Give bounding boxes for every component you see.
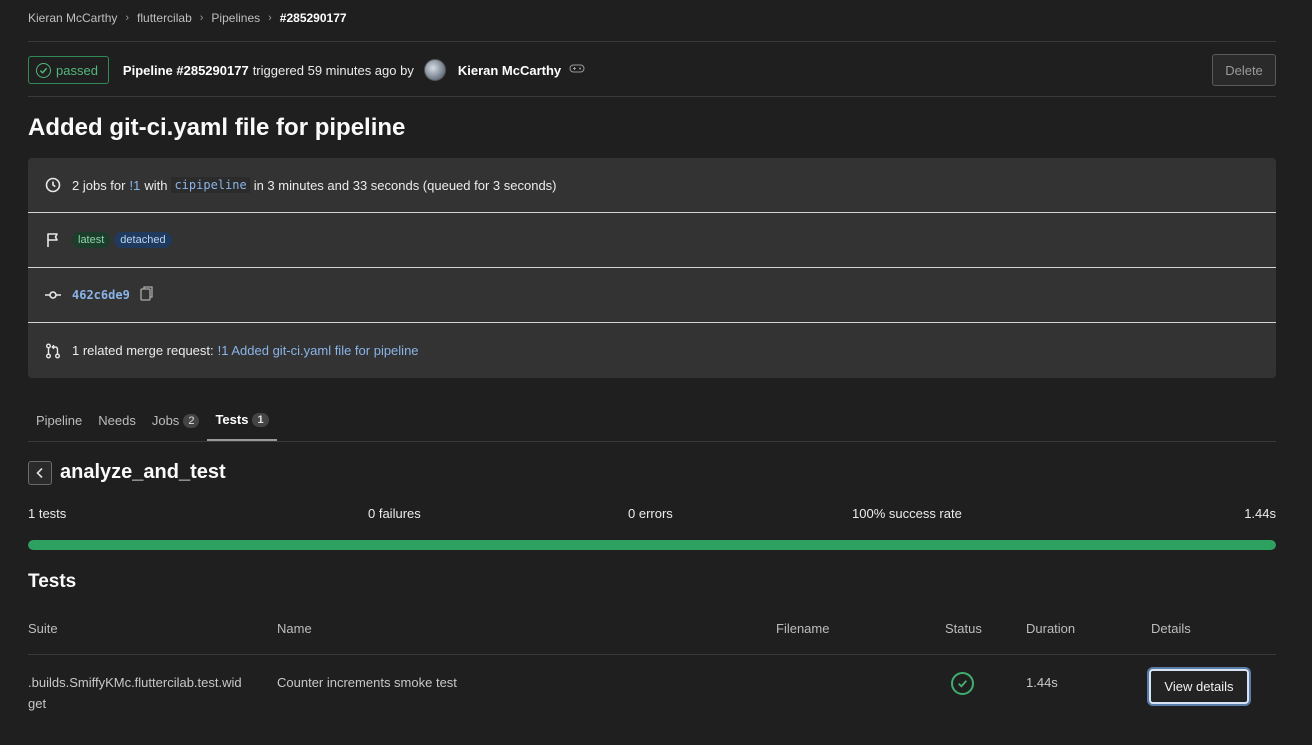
chevron-right-icon: ›: [125, 12, 130, 24]
progress-fill: [28, 540, 1276, 550]
tab-pipeline[interactable]: Pipeline: [28, 400, 90, 441]
delete-button[interactable]: Delete: [1212, 54, 1276, 86]
related-merge-request-link[interactable]: !1 Added git-ci.yaml file for pipeline: [218, 343, 419, 358]
config-file-link[interactable]: cipipeline: [171, 177, 250, 193]
commit-sha-link[interactable]: 462c6de9: [72, 288, 130, 302]
pipeline-tabs: Pipeline Needs Jobs 2 Tests 1: [28, 400, 1276, 442]
column-header-suite: Suite: [28, 621, 58, 636]
back-button[interactable]: [28, 461, 52, 485]
flag-icon: [45, 232, 61, 248]
chevron-right-icon: ›: [199, 12, 204, 24]
commit-row: 462c6de9: [28, 268, 1276, 323]
column-header-name: Name: [277, 621, 312, 636]
related-prefix: 1 related merge request:: [72, 343, 214, 358]
stat-errors: 0 errors: [628, 506, 673, 521]
breadcrumb-item-pipelines[interactable]: Pipelines: [211, 11, 260, 25]
suite-title: analyze_and_test: [60, 461, 226, 483]
check-circle-icon: [36, 62, 51, 78]
status-label: passed: [56, 62, 98, 78]
breadcrumb: Kieran McCarthy › fluttercilab › Pipelin…: [28, 11, 347, 25]
tab-count-badge: 2: [183, 413, 200, 428]
tab-label: Pipeline: [36, 413, 83, 428]
clock-icon: [45, 177, 61, 193]
tags-row: latest detached: [28, 213, 1276, 268]
chevron-left-icon: [36, 467, 43, 479]
gamepad-icon: [569, 63, 585, 77]
column-header-status: Status: [945, 621, 982, 636]
tab-needs[interactable]: Needs: [90, 400, 144, 441]
column-header-details: Details: [1151, 621, 1191, 636]
with-text: with: [144, 177, 168, 193]
avatar[interactable]: [423, 59, 446, 81]
tab-label: Jobs: [151, 413, 180, 428]
cell-duration: 1.44s: [1026, 675, 1058, 690]
divider: [28, 96, 1276, 97]
commit-icon: [45, 287, 61, 303]
duration-text: in 3 minutes and 33 seconds (queued for …: [253, 177, 557, 193]
status-badge[interactable]: passed: [28, 56, 109, 84]
tab-label: Needs: [98, 413, 136, 428]
breadcrumb-item-user[interactable]: Kieran McCarthy: [28, 11, 117, 25]
tab-tests[interactable]: Tests 1: [207, 400, 277, 441]
triggered-text: triggered 59 minutes ago by: [252, 62, 414, 78]
stat-failures: 0 failures: [368, 506, 421, 521]
pipeline-label: Pipeline #285290177: [122, 62, 249, 78]
user-name-link[interactable]: Kieran McCarthy: [458, 63, 561, 78]
cell-name: Counter increments smoke test: [277, 675, 457, 690]
view-details-button[interactable]: View details: [1149, 669, 1249, 704]
page-title: Added git-ci.yaml file for pipeline: [28, 114, 406, 141]
tab-label: Tests: [215, 412, 249, 427]
success-progress-bar: [28, 540, 1276, 550]
cell-suite: .builds.SmiffyKMc.fluttercilab.test.widg…: [28, 675, 242, 711]
jobs-prefix: 2 jobs for: [72, 177, 126, 193]
stat-success-rate: 100% success rate: [852, 506, 962, 521]
breadcrumb-current[interactable]: #285290177: [280, 11, 347, 25]
column-header-filename: Filename: [776, 621, 830, 636]
tag-detached: detached: [114, 232, 172, 248]
divider: [28, 41, 1276, 42]
suite-stats: 1 tests 0 failures 0 errors 100% success…: [28, 506, 1276, 524]
column-header-duration: Duration: [1026, 621, 1076, 636]
stat-duration: 1.44s: [1244, 506, 1276, 521]
related-mr-row: 1 related merge request: !1 Added git-ci…: [28, 323, 1276, 378]
tag-latest: latest: [72, 232, 111, 248]
pipeline-info: Pipeline #285290177 triggered 59 minutes…: [123, 59, 585, 81]
merge-request-ref-link[interactable]: !1: [129, 178, 140, 193]
pipeline-header: passed Pipeline #285290177 triggered 59 …: [28, 54, 1276, 86]
table-divider: [28, 654, 1276, 655]
tests-section-title: Tests: [28, 571, 77, 592]
merge-request-icon: [45, 343, 61, 359]
pipeline-info-card: 2 jobs for !1 with cipipeline in 3 minut…: [28, 158, 1276, 378]
tab-jobs[interactable]: Jobs 2: [144, 400, 208, 441]
tab-count-badge: 1: [252, 412, 269, 427]
jobs-summary-row: 2 jobs for !1 with cipipeline in 3 minut…: [28, 158, 1276, 213]
check-circle-icon: [951, 672, 974, 695]
breadcrumb-item-project[interactable]: fluttercilab: [137, 11, 192, 25]
stat-tests: 1 tests: [28, 506, 67, 521]
copy-icon[interactable]: [140, 286, 153, 304]
chevron-right-icon: ›: [268, 12, 272, 24]
